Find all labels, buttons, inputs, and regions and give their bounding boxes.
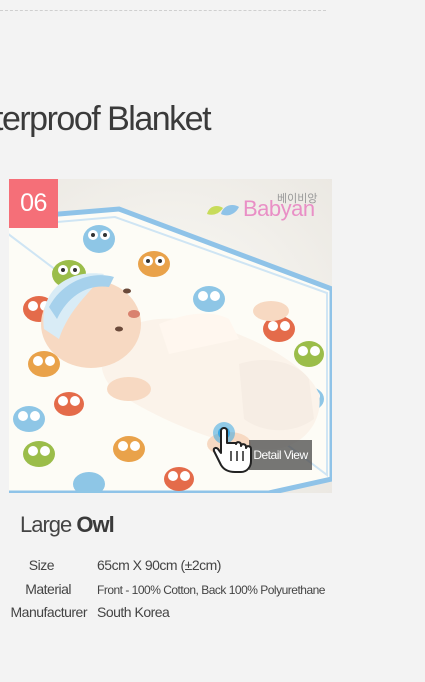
product-title: Large Owl	[20, 512, 115, 538]
spec-label: Size	[28, 557, 55, 573]
spec-row-size: Size 65cm X 90cm (±2cm)	[0, 557, 425, 579]
spec-value: 65cm X 90cm (±2cm)	[97, 557, 221, 573]
brand-name: Babyan	[243, 196, 315, 221]
section-heading: terproof Blanket	[0, 100, 212, 138]
hand-pointer-icon	[212, 422, 252, 473]
spec-label: Material	[25, 581, 71, 597]
spec-row-material: Material Front - 100% Cotton, Back 100% …	[0, 581, 425, 603]
detail-view-button[interactable]: Detail View	[211, 421, 321, 473]
spec-value: South Korea	[97, 604, 170, 620]
dashed-divider	[0, 10, 326, 11]
spec-row-manufacturer: Manufacturer South Korea	[0, 604, 425, 626]
product-number-badge: 06	[9, 179, 58, 228]
spec-value: Front - 100% Cotton, Back 100% Polyureth…	[97, 583, 325, 597]
leaf-icon	[207, 205, 239, 216]
spec-label: Manufacturer	[10, 604, 88, 620]
product-title-size: Large	[20, 512, 72, 537]
product-title-pattern: Owl	[76, 512, 114, 537]
